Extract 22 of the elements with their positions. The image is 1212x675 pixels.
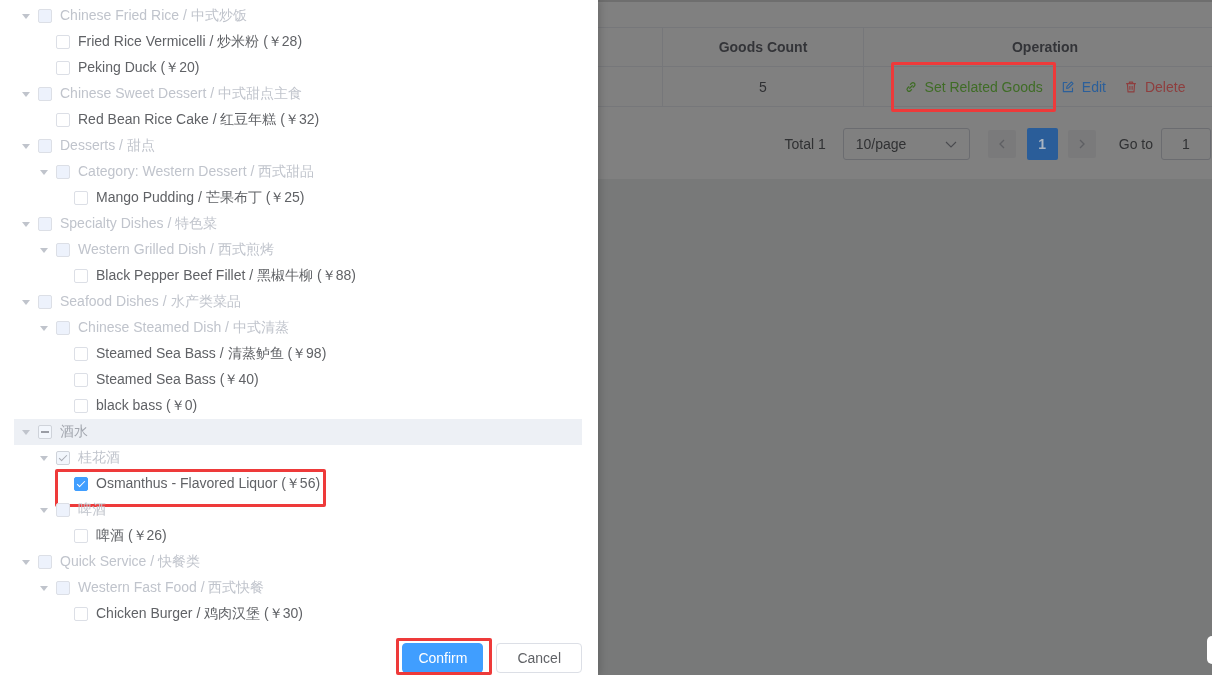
- page-size-select[interactable]: 10/page: [842, 128, 970, 160]
- next-page-button[interactable]: [1067, 130, 1096, 158]
- total-count: Total 1: [784, 136, 826, 152]
- confirm-button[interactable]: Confirm: [402, 643, 484, 673]
- relate-link[interactable]: Set Related Goods: [904, 76, 1043, 97]
- chevron-down-icon: [944, 140, 957, 148]
- edit-icon: [1061, 80, 1074, 93]
- chevron-left-icon: [998, 139, 1005, 149]
- column-header: Goods Count: [663, 28, 864, 67]
- prev-page-button[interactable]: [987, 130, 1016, 158]
- table-cell: 5: [663, 67, 864, 107]
- goto-label: Go to: [1118, 136, 1153, 152]
- page-button[interactable]: 1: [1026, 128, 1058, 160]
- cancel-button[interactable]: Cancel: [496, 643, 582, 673]
- chevron-right-icon: [1078, 139, 1085, 149]
- link-icon: [904, 80, 917, 93]
- delete-link[interactable]: Delete: [1124, 76, 1186, 97]
- edit-link[interactable]: Edit: [1061, 76, 1106, 97]
- floating-button[interactable]: [1207, 636, 1212, 664]
- trash-icon: [1124, 80, 1137, 93]
- column-header: Operation: [864, 28, 1212, 67]
- goto-input[interactable]: 1: [1161, 128, 1211, 160]
